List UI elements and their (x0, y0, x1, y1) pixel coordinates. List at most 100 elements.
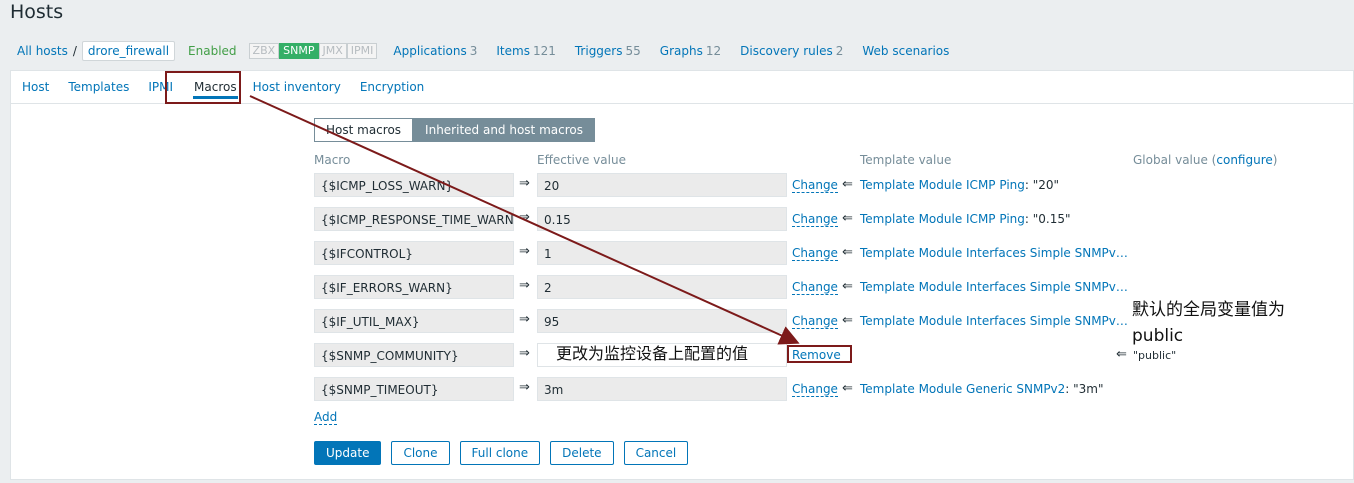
host-navigation-bar: All hosts / drore_firewall Enabled ZBX S… (12, 40, 949, 62)
macro-name-field: {$ICMP_RESPONSE_TIME_WARN} (314, 207, 514, 231)
template-value-text: : "0.15" (1024, 212, 1071, 226)
macro-value-field[interactable]: 3m (537, 377, 787, 401)
nav-items-count: 121 (532, 44, 556, 58)
inherit-arrow-icon: ⇒ (519, 312, 530, 327)
inherited-macros-option[interactable]: Inherited and host macros (413, 118, 595, 142)
template-link[interactable]: Template Module Generic SNMPv2 (860, 382, 1065, 396)
inherit-arrow-icon: ⇒ (519, 244, 530, 259)
macro-name-field: {$ICMP_LOSS_WARN} (314, 173, 514, 197)
nav-triggers-label: Triggers (574, 44, 623, 58)
template-arrow-icon: ⇐ (842, 177, 853, 192)
nav-graphs[interactable]: Graphs 12 (660, 44, 721, 58)
inherit-arrow-icon: ⇒ (519, 278, 530, 293)
macro-mode-toggle: Host macros Inherited and host macros (314, 118, 595, 142)
change-button[interactable]: Change (792, 247, 838, 261)
template-value: Template Module Interfaces Simple SNMPv… (860, 246, 1128, 260)
template-link[interactable]: Template Module ICMP Ping (860, 178, 1025, 192)
inherit-arrow-icon: ⇒ (519, 210, 530, 225)
availability-ipmi: IPMI (346, 43, 378, 59)
nav-discovery-rules[interactable]: Discovery rules 2 (740, 44, 843, 58)
column-header-template-value: Template value (860, 153, 952, 167)
nav-discovery-rules-label: Discovery rules (740, 44, 833, 58)
nav-triggers[interactable]: Triggers 55 (575, 44, 641, 58)
template-value: Template Module ICMP Ping: "0.15" (860, 212, 1071, 226)
nav-items[interactable]: Items 121 (496, 44, 555, 58)
template-arrow-icon: ⇐ (842, 313, 853, 328)
template-arrow-icon: ⇐ (842, 245, 853, 260)
breadcrumb-all-hosts[interactable]: All hosts (17, 44, 68, 58)
availability-jmx: JMX (318, 43, 347, 59)
page-title: Hosts (10, 1, 64, 23)
change-button[interactable]: Change (792, 213, 838, 227)
host-macros-option[interactable]: Host macros (314, 118, 414, 142)
full-clone-button[interactable]: Full clone (459, 441, 541, 465)
nav-applications[interactable]: Applications 3 (393, 44, 477, 58)
nav-discovery-rules-count: 2 (835, 44, 844, 58)
nav-applications-count: 3 (469, 44, 478, 58)
macro-value-field[interactable]: 2 (537, 275, 787, 299)
template-arrow-icon: ⇐ (842, 211, 853, 226)
macro-row: {$IF_ERRORS_WARN} ⇒ 2 Change ⇐ Template … (314, 275, 1314, 299)
nav-triggers-count: 55 (625, 44, 641, 58)
macro-name-field: {$SNMP_TIMEOUT} (314, 377, 514, 401)
template-value: Template Module Generic SNMPv2: "3m" (860, 382, 1104, 396)
availability-snmp: SNMP (279, 43, 319, 59)
macro-name-field: {$IFCONTROL} (314, 241, 514, 265)
template-value: Template Module ICMP Ping: "20" (860, 178, 1059, 192)
tab-encryption[interactable]: Encryption (360, 80, 424, 94)
cancel-button[interactable]: Cancel (623, 441, 689, 465)
change-button[interactable]: Change (792, 383, 838, 397)
macro-name-field: {$SNMP_COMMUNITY} (314, 343, 514, 367)
column-header-global-value: Global value (configure) (1133, 153, 1277, 167)
tab-templates[interactable]: Templates (68, 80, 129, 94)
column-header-macro: Macro (314, 153, 351, 167)
breadcrumb-separator: / (72, 44, 77, 58)
availability-indicators: ZBX SNMP JMX IPMI (248, 43, 378, 59)
nav-web-scenarios[interactable]: Web scenarios (862, 44, 949, 58)
macro-value-field[interactable]: 20 (537, 173, 787, 197)
template-link[interactable]: Template Module Interfaces Simple SNMPv… (860, 280, 1128, 294)
change-button[interactable]: Change (792, 281, 838, 295)
macro-value-field[interactable]: 1 (537, 241, 787, 265)
form-buttons: Update Clone Full clone Delete Cancel (314, 441, 698, 465)
template-link[interactable]: Template Module Interfaces Simple SNMPv… (860, 314, 1128, 328)
global-value-label: Global value ( (1133, 153, 1217, 167)
template-link[interactable]: Template Module ICMP Ping (860, 212, 1025, 226)
macros-tab-highlight (165, 71, 241, 104)
template-value: Template Module Interfaces Simple SNMPv… (860, 314, 1128, 328)
nav-web-scenarios-label: Web scenarios (862, 44, 950, 58)
macro-value-field[interactable]: 0.15 (537, 207, 787, 231)
macro-name-field: {$IF_UTIL_MAX} (314, 309, 514, 333)
template-link[interactable]: Template Module Interfaces Simple SNMPv… (860, 246, 1128, 260)
delete-button[interactable]: Delete (550, 441, 614, 465)
nav-graphs-count: 12 (705, 44, 722, 58)
configure-link[interactable]: configure (1216, 153, 1272, 167)
remove-button-highlight (787, 345, 852, 363)
host-status[interactable]: Enabled (188, 44, 237, 58)
tab-host-inventory[interactable]: Host inventory (253, 80, 341, 94)
template-value: Template Module Interfaces Simple SNMPv… (860, 280, 1128, 294)
add-macro-button[interactable]: Add (314, 411, 338, 425)
macro-row: {$SNMP_TIMEOUT} ⇒ 3m Change ⇐ Template M… (314, 377, 1314, 401)
clone-button[interactable]: Clone (391, 441, 450, 465)
availability-zbx: ZBX (248, 43, 280, 59)
template-value-text: : "20" (1024, 178, 1060, 192)
template-arrow-icon: ⇐ (842, 279, 853, 294)
template-value-text: : "3m" (1065, 382, 1104, 396)
macro-row: {$ICMP_RESPONSE_TIME_WARN} ⇒ 0.15 Change… (314, 207, 1314, 231)
macro-value-field[interactable]: 95 (537, 309, 787, 333)
value-annotation: 更改为监控设备上配置的值 (556, 344, 749, 363)
nav-graphs-label: Graphs (659, 44, 703, 58)
global-annotation-line2: public (1132, 326, 1184, 346)
macro-row: {$ICMP_LOSS_WARN} ⇒ 20 Change ⇐ Template… (314, 173, 1314, 197)
host-form-card: Host Templates IPMI Macros Host inventor… (10, 70, 1354, 480)
breadcrumb-current-host[interactable]: drore_firewall (81, 41, 176, 61)
tab-host[interactable]: Host (22, 80, 49, 94)
global-value: "public" (1133, 349, 1177, 362)
global-annotation-line1: 默认的全局变量值为 (1132, 300, 1285, 320)
change-button[interactable]: Change (792, 179, 838, 193)
macro-row: {$IFCONTROL} ⇒ 1 Change ⇐ Template Modul… (314, 241, 1314, 265)
update-button[interactable]: Update (314, 441, 382, 465)
column-header-effective-value: Effective value (537, 153, 626, 167)
change-button[interactable]: Change (792, 315, 838, 329)
